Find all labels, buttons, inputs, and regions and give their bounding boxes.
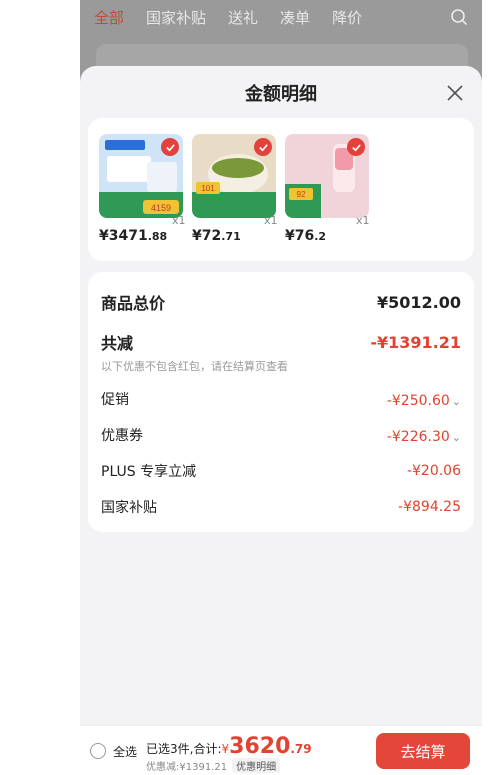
product-item[interactable]: 101 ¥72.71 [192, 134, 276, 244]
price-summary-card: 商品总价 ¥5012.00 共减 -¥1391.21 以下优惠不包含红包，请在结… [88, 272, 474, 532]
plus-value: -¥20.06 [406, 463, 461, 479]
product-image: 101 [192, 134, 276, 218]
total-amount: 3620 [229, 734, 291, 759]
product-image: 4159 [99, 134, 183, 218]
thumb-label: 92 [297, 190, 306, 199]
app-screen: 全部 国家补贴 送礼 凑单 降价 金额明细 4159 ¥3471.88 x1 1… [80, 0, 482, 775]
promo-value: -¥250.60 [386, 392, 450, 409]
tab-price-drop[interactable]: 降价 [332, 7, 362, 28]
selected-check-icon [254, 138, 272, 156]
coupon-label: 优惠券 [101, 428, 143, 444]
top-nav: 全部 国家补贴 送礼 凑单 降价 [80, 0, 482, 34]
checkout-bar: 全选 已选3件,合计:¥3620.79 优惠减:¥1391.21 优惠明细 去结算 [80, 725, 482, 775]
promo-row[interactable]: 促销 -¥250.60 ⌄ [101, 389, 461, 409]
checkout-button[interactable]: 去结算 [376, 733, 470, 769]
amount-detail-sheet: 金额明细 4159 ¥3471.88 x1 101 ¥72.71 x1 92 ¥… [80, 66, 482, 775]
sheet-title: 金额明细 [245, 84, 317, 105]
plus-label: PLUS 专享立减 [101, 464, 197, 480]
reduce-label: 共减 [101, 334, 134, 353]
reduce-value: -¥1391.21 [370, 332, 461, 352]
discount-detail-button[interactable]: 优惠明细 [232, 758, 281, 773]
promo-label: 促销 [101, 392, 129, 408]
chevron-down-icon: ⌄ [451, 430, 461, 444]
tab-bundle[interactable]: 凑单 [280, 7, 310, 28]
subsidy-value: -¥894.25 [398, 499, 461, 515]
product-price: ¥3471.88 [99, 228, 168, 244]
thumb-label: 4159 [151, 203, 171, 213]
thumb-label: 101 [201, 184, 215, 193]
product-item[interactable]: 4159 ¥3471.88 [99, 134, 183, 244]
chevron-down-icon: ⌄ [451, 394, 461, 408]
discount-note: 以下优惠不包含红包，请在结算页查看 [101, 360, 288, 373]
tab-gift[interactable]: 送礼 [228, 7, 258, 28]
search-icon[interactable] [450, 8, 468, 26]
total-value: ¥5012.00 [376, 292, 461, 312]
selected-total: 已选3件,合计:¥3620.79 [146, 734, 312, 759]
products-card: 4159 ¥3471.88 x1 101 ¥72.71 x1 92 ¥76.2 … [88, 118, 474, 261]
tab-national-subsidy[interactable]: 国家补贴 [146, 7, 206, 28]
subsidy-row: 国家补贴 -¥894.25 [101, 497, 461, 517]
selected-check-icon [347, 138, 365, 156]
close-icon[interactable] [446, 84, 464, 102]
total-row: 商品总价 ¥5012.00 [101, 290, 461, 314]
product-price: ¥76.2 [285, 228, 327, 244]
subsidy-label: 国家补贴 [101, 500, 157, 516]
select-all-radio[interactable] [90, 743, 106, 759]
product-item[interactable]: 92 ¥76.2 [285, 134, 369, 244]
total-label: 商品总价 [101, 294, 166, 313]
product-image: 92 [285, 134, 369, 218]
coupon-value: -¥226.30 [386, 428, 450, 445]
product-qty: x1 [172, 214, 186, 227]
select-all-label[interactable]: 全选 [113, 743, 137, 760]
reduce-row: 共减 -¥1391.21 [101, 330, 461, 354]
product-qty: x1 [264, 214, 278, 227]
plus-row: PLUS 专享立减 -¥20.06 [101, 461, 461, 481]
discount-summary: 优惠减:¥1391.21 优惠明细 [146, 758, 281, 773]
coupon-row[interactable]: 优惠券 -¥226.30 ⌄ [101, 425, 461, 445]
product-qty: x1 [356, 214, 370, 227]
tab-all[interactable]: 全部 [94, 7, 124, 28]
selected-check-icon [161, 138, 179, 156]
product-price: ¥72.71 [192, 228, 241, 244]
